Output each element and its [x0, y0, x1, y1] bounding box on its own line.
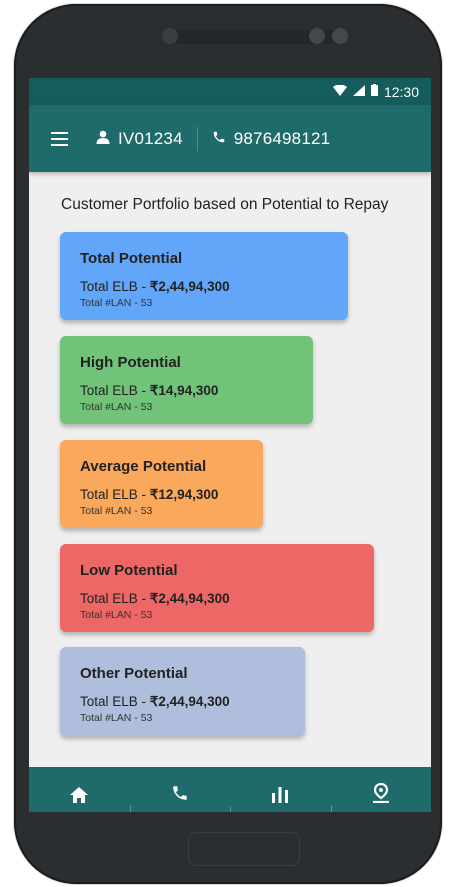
- bottom-nav: [29, 767, 431, 812]
- user-id-text: IV01234: [118, 128, 183, 148]
- home-button: [188, 832, 300, 866]
- elb-value: ₹2,44,94,300: [149, 694, 230, 709]
- signal-icon: [352, 84, 365, 99]
- card-title: Low Potential: [80, 562, 178, 579]
- side-button: [22, 234, 28, 294]
- status-bar: 12:30: [29, 78, 431, 105]
- elb-value: ₹12,94,300: [149, 487, 219, 502]
- app-screen: 12:30 IV01234 9876498121 Customer Portfo…: [29, 78, 431, 812]
- card-lan: Total #LAN - 53: [80, 297, 153, 309]
- elb-value: ₹14,94,300: [149, 383, 219, 398]
- bar-chart-icon: [271, 785, 289, 808]
- card-lan: Total #LAN - 53: [80, 505, 153, 517]
- elb-label: Total ELB -: [80, 694, 150, 709]
- home-icon: [70, 787, 89, 808]
- card-elb: Total ELB - ₹14,94,300: [80, 383, 313, 399]
- low-potential-card[interactable]: Low Potential Total ELB - ₹2,44,94,300 T…: [60, 544, 374, 632]
- nav-home[interactable]: [29, 787, 130, 812]
- status-time: 12:30: [383, 83, 419, 100]
- nav-reports[interactable]: [230, 785, 331, 812]
- phone-icon: [212, 129, 226, 149]
- card-title: Total Potential: [80, 250, 183, 267]
- side-button: [22, 144, 28, 214]
- card-elb: Total ELB - ₹12,94,300: [80, 487, 263, 503]
- elb-value: ₹2,44,94,300: [149, 279, 230, 294]
- sensor: [309, 28, 325, 44]
- card-elb: Total ELB - ₹2,44,94,300: [80, 694, 305, 710]
- card-elb: Total ELB - ₹2,44,94,300: [80, 279, 348, 295]
- nav-calls[interactable]: [129, 783, 231, 812]
- card-lan: Total #LAN - 53: [80, 401, 153, 413]
- phone-number-text: 9876498121: [233, 128, 331, 148]
- nav-location[interactable]: [330, 782, 432, 812]
- total-potential-card[interactable]: Total Potential Total ELB - ₹2,44,94,300…: [60, 232, 348, 320]
- wifi-icon: [332, 84, 347, 99]
- elb-value: ₹2,44,94,300: [149, 591, 230, 606]
- card-lan: Total #LAN - 53: [80, 712, 153, 724]
- elb-label: Total ELB -: [80, 591, 150, 606]
- other-potential-card[interactable]: Other Potential Total ELB - ₹2,44,94,300…: [60, 647, 305, 736]
- high-potential-card[interactable]: High Potential Total ELB - ₹14,94,300 To…: [60, 336, 313, 424]
- sensor: [332, 28, 348, 44]
- phone-call-icon: [171, 783, 189, 808]
- user-id: IV01234: [96, 129, 183, 149]
- app-bar: IV01234 9876498121: [29, 105, 431, 172]
- card-elb: Total ELB - ₹2,44,94,300: [80, 591, 374, 607]
- elb-label: Total ELB -: [80, 487, 150, 502]
- hamburger-menu-icon[interactable]: [51, 131, 68, 146]
- page-subtitle: Customer Portfolio based on Potential to…: [61, 196, 389, 213]
- elb-label: Total ELB -: [80, 383, 150, 398]
- card-title: Other Potential: [80, 665, 188, 682]
- location-pin-icon: [372, 782, 390, 808]
- card-title: Average Potential: [80, 458, 207, 475]
- front-camera: [162, 28, 178, 44]
- average-potential-card[interactable]: Average Potential Total ELB - ₹12,94,300…: [60, 440, 263, 528]
- elb-label: Total ELB -: [80, 279, 150, 294]
- card-lan: Total #LAN - 53: [80, 609, 153, 621]
- divider: [196, 126, 198, 151]
- phone-number[interactable]: 9876498121: [212, 129, 331, 149]
- user-icon: [96, 129, 110, 149]
- card-title: High Potential: [80, 354, 181, 371]
- battery-icon: [370, 84, 378, 99]
